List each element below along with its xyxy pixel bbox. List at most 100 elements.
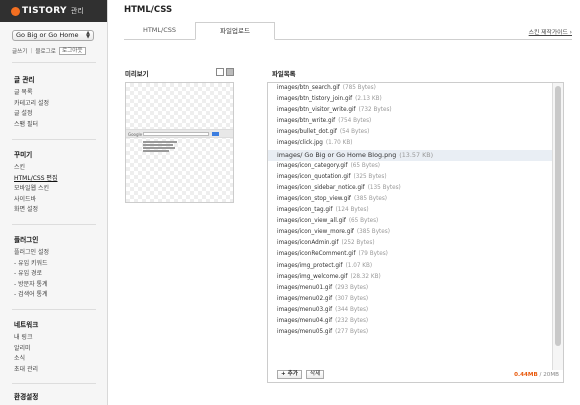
- file-name: images/menu05.gif: [277, 329, 333, 336]
- menu-item-spam-filter[interactable]: 스팸 필터: [14, 120, 49, 131]
- menu-head-design: 꾸미기: [14, 151, 33, 159]
- file-size: (135 Bytes): [367, 184, 401, 191]
- preview-toggles: [216, 68, 234, 76]
- menu-group-plugin: 플러그인 플러그인 설정 - 유입 키워드 - 유입 경로 - 방문자 통계 -…: [14, 234, 49, 301]
- preview-toggle-on-icon[interactable]: [226, 68, 234, 76]
- brand-sub: 관리: [70, 7, 84, 15]
- file-name: images/btn_visitor_write.gif: [277, 107, 356, 114]
- file-size: (1.70 KB): [325, 140, 353, 147]
- file-name: images/icon_stop_view.gif: [277, 195, 351, 202]
- skin-guide-link[interactable]: 스킨 제작가이드 ›: [529, 27, 572, 36]
- file-row[interactable]: images/menu04.gif (232 Bytes): [268, 316, 552, 327]
- menu-item-screen-settings[interactable]: 화면 설정: [14, 205, 57, 216]
- file-row[interactable]: images/icon_category.gif (65 Bytes): [268, 161, 552, 172]
- file-row[interactable]: images/icon_view_more.gif (385 Bytes): [268, 227, 552, 238]
- file-name: images/icon_quotation.gif: [277, 173, 351, 180]
- menu-item-invites[interactable]: 초대 관리: [14, 365, 38, 376]
- file-row[interactable]: images/icon_tag.gif (124 Bytes): [268, 205, 552, 216]
- menu-item-search-stats[interactable]: - 검색어 통계: [14, 290, 49, 301]
- menu-item-plugin-settings[interactable]: 플러그인 설정: [14, 248, 49, 259]
- file-row[interactable]: images/icon_quotation.gif (325 Bytes): [268, 172, 552, 183]
- storage-usage: 0.44MB / 20MB: [514, 372, 559, 378]
- chevron-updown-icon: ▲ ▼: [86, 30, 90, 40]
- file-row[interactable]: images/menu03.gif (344 Bytes): [268, 305, 552, 316]
- preview-toggle-off-icon[interactable]: [216, 68, 224, 76]
- blog-select[interactable]: Go Big or Go Home ▲ ▼: [12, 30, 94, 41]
- file-name: images/icon_category.gif: [277, 162, 348, 169]
- menu-item-category[interactable]: 카테고리 설정: [14, 99, 49, 110]
- file-row[interactable]: images/bullet_dot.gif (54 Bytes): [268, 127, 552, 138]
- file-size: (65 Bytes): [348, 218, 379, 225]
- file-name: images/ Go Big or Go Home Blog.png: [277, 150, 397, 159]
- menu-head-plugin: 플러그인: [14, 236, 39, 244]
- menu-head-network: 네트워크: [14, 321, 39, 329]
- file-size: (307 Bytes): [335, 295, 369, 302]
- menu-item-inflow-keywords[interactable]: - 유입 키워드: [14, 259, 49, 270]
- file-row[interactable]: images/icon_view_all.gif (65 Bytes): [268, 216, 552, 227]
- brand-name[interactable]: TISTORY: [22, 6, 67, 16]
- preview-search-box: [143, 132, 209, 136]
- file-size: (785 Bytes): [342, 85, 376, 91]
- menu-item-inflow-paths[interactable]: - 유입 경로: [14, 269, 49, 280]
- file-row[interactable]: images/click.jpg (1.70 KB): [268, 138, 552, 149]
- file-list-scrollbar[interactable]: [552, 83, 563, 370]
- file-row[interactable]: images/menu05.gif (277 Bytes): [268, 327, 552, 338]
- scroll-thumb[interactable]: [555, 86, 561, 346]
- file-size: (277 Bytes): [335, 329, 369, 336]
- write-link[interactable]: 글쓰기: [12, 47, 27, 55]
- divider: [12, 139, 96, 140]
- menu-item-my-links[interactable]: 내 링크: [14, 333, 38, 344]
- file-row[interactable]: images/menu01.gif (293 Bytes): [268, 283, 552, 294]
- file-name: images/iconReComment.gif: [277, 251, 356, 258]
- file-name: images/menu02.gif: [277, 295, 333, 302]
- menu-head-env[interactable]: 환경설정: [14, 391, 38, 401]
- menu-item-skin[interactable]: 스킨: [14, 163, 57, 174]
- preview-logo: Google: [128, 132, 143, 137]
- file-row[interactable]: images/btn_tistory_join.gif (2.13 KB): [268, 94, 552, 105]
- delete-file-button[interactable]: 삭제: [305, 370, 325, 379]
- menu-item-notifier[interactable]: 알리미: [14, 344, 38, 355]
- file-row[interactable]: images/img_protect.gif (1.07 KB): [268, 261, 552, 272]
- file-row[interactable]: images/ Go Big or Go Home Blog.png (13.57…: [268, 149, 552, 161]
- file-name: images/img_welcome.gif: [277, 273, 348, 280]
- menu-group-env: 환경설정: [14, 391, 38, 405]
- file-name: images/click.jpg: [277, 140, 323, 147]
- file-row[interactable]: images/img_welcome.gif (28.32 KB): [268, 272, 552, 283]
- file-row[interactable]: images/btn_search.gif (785 Bytes): [268, 83, 552, 94]
- menu-item-post-settings[interactable]: 글 설정: [14, 109, 49, 120]
- file-list[interactable]: images/btn_search.gif (785 Bytes) images/b…: [268, 83, 552, 370]
- preview-search-button: [212, 132, 219, 136]
- to-blog-link[interactable]: 블로그로: [35, 47, 56, 55]
- file-size: (65 Bytes): [350, 162, 381, 169]
- tab-bar: HTML/CSS 파일업로드 스킨 제작가이드 ›: [124, 22, 572, 40]
- file-name: images/menu03.gif: [277, 306, 333, 313]
- file-row[interactable]: images/icon_stop_view.gif (385 Bytes): [268, 194, 552, 205]
- file-name: images/btn_search.gif: [277, 85, 340, 91]
- menu-item-news[interactable]: 소식: [14, 354, 38, 365]
- menu-group-post: 글 관리 글 목록 카테고리 설정 글 설정 스팸 필터: [14, 74, 49, 130]
- menu-item-mobile-skin[interactable]: 모바일웹 스킨: [14, 184, 57, 195]
- tab-file-upload[interactable]: 파일업로드: [195, 22, 275, 40]
- file-row[interactable]: images/btn_write.gif (754 Bytes): [268, 116, 552, 127]
- menu-item-html-css[interactable]: HTML/CSS 편집: [14, 174, 57, 185]
- file-row[interactable]: images/iconReComment.gif (79 Bytes): [268, 249, 552, 260]
- file-size: (344 Bytes): [335, 306, 369, 313]
- file-size: (232 Bytes): [335, 317, 369, 324]
- file-size: (28.32 KB): [350, 273, 381, 280]
- file-row[interactable]: images/menu02.gif (307 Bytes): [268, 294, 552, 305]
- divider: [12, 224, 96, 225]
- file-name: images/icon_view_all.gif: [277, 218, 346, 225]
- file-row[interactable]: images/btn_visitor_write.gif (732 Bytes): [268, 105, 552, 116]
- tab-html-css[interactable]: HTML/CSS: [124, 22, 195, 40]
- file-size: (293 Bytes): [335, 284, 369, 291]
- add-file-button[interactable]: + 추가: [277, 370, 302, 379]
- file-name: images/icon_view_more.gif: [277, 229, 354, 236]
- menu-item-visitor-stats[interactable]: - 방문자 통계: [14, 280, 49, 291]
- file-row[interactable]: images/icon_sidebar_notice.gif (135 Bytes…: [268, 183, 552, 194]
- file-row[interactable]: images/iconAdmin.gif (252 Bytes): [268, 238, 552, 249]
- menu-item-sidebar[interactable]: 사이드바: [14, 195, 57, 206]
- divider: [12, 62, 96, 63]
- preview-text-line: [143, 150, 169, 152]
- logout-button[interactable]: 로그아웃: [58, 47, 86, 55]
- menu-item-post-list[interactable]: 글 목록: [14, 88, 49, 99]
